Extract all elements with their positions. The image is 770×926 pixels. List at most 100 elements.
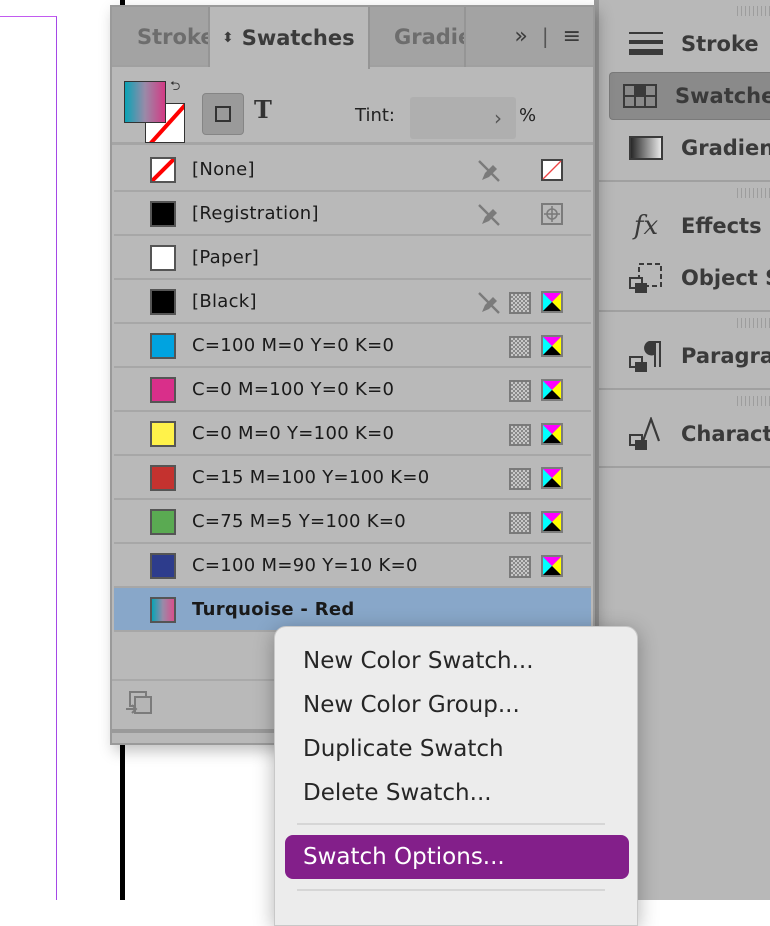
menu-item-label: New Color Group... — [303, 692, 520, 718]
dock-item-label: Effects — [681, 214, 762, 238]
swatch-row[interactable]: C=15 M=100 Y=100 K=0 — [114, 456, 591, 500]
tab-swatches[interactable]: ⬍ Swatches — [210, 7, 370, 69]
menu-item-swatch-options[interactable]: Swatch Options... — [285, 835, 629, 879]
menu-item-label: Duplicate Swatch — [303, 736, 504, 762]
grip-handle[interactable] — [737, 396, 770, 406]
swatch-row[interactable]: [Registration] — [114, 192, 591, 236]
menu-item-label: New Color Swatch... — [303, 648, 534, 674]
swatch-chip — [150, 157, 176, 183]
swatch-chip — [150, 245, 176, 271]
swatch-chip — [150, 597, 176, 623]
show-in-libraries-icon[interactable] — [126, 691, 154, 721]
swatch-name: Turquoise - Red — [192, 598, 355, 620]
swatch-name: C=15 M=100 Y=100 K=0 — [192, 466, 430, 488]
swatch-row[interactable]: C=0 M=100 Y=0 K=0 — [114, 368, 591, 412]
tab-stroke[interactable]: Stroke — [112, 7, 210, 67]
swatch-row[interactable]: [Paper] — [114, 236, 591, 280]
swatch-name: C=100 M=90 Y=10 K=0 — [192, 554, 418, 576]
paragraph-styles-icon — [629, 341, 663, 372]
dock-item-label: Gradient — [681, 136, 770, 160]
tab-tools: » | ≡ — [466, 7, 593, 65]
menu-item-label: Swatch Options... — [303, 844, 505, 870]
cmyk-mode-icon — [541, 291, 563, 313]
menu-item-delete-swatch[interactable]: Delete Swatch... — [285, 771, 629, 815]
object-styles-icon — [629, 263, 663, 293]
process-color-icon — [509, 468, 531, 490]
tab-gradient[interactable]: Gradie — [370, 7, 466, 67]
dock-item-character-styles[interactable]: Characte — [609, 410, 770, 458]
tint-label: Tint: — [355, 105, 395, 126]
swatch-chip — [150, 421, 176, 447]
menu-item-label: Delete Swatch... — [303, 780, 492, 806]
divider: | — [541, 24, 549, 48]
tint-input[interactable]: › — [410, 97, 516, 139]
formatting-affects-text-button[interactable]: T — [254, 95, 272, 124]
dock-item-object-styles[interactable]: Object St — [609, 254, 770, 302]
swatch-row[interactable]: C=75 M=5 Y=100 K=0 — [114, 500, 591, 544]
swatch-name: [Paper] — [192, 246, 260, 268]
formatting-affects-container-button[interactable] — [202, 93, 244, 135]
stroke-icon — [629, 30, 663, 58]
registration-mode-icon — [541, 203, 563, 225]
fx-icon: fx — [633, 211, 659, 241]
panel-tab-bar: Stroke ⬍ Swatches Gradie » | ≡ — [112, 7, 593, 69]
margin-guide — [0, 16, 57, 900]
tab-label: Swatches — [241, 26, 355, 50]
swatch-row[interactable]: [None] — [114, 148, 591, 192]
tab-label: Stroke — [137, 25, 210, 49]
none-mode-icon — [541, 159, 563, 181]
cmyk-mode-icon — [541, 555, 563, 577]
process-color-icon — [509, 556, 531, 578]
dock-item-effects[interactable]: fx Effects — [609, 202, 770, 250]
swatches-icon — [623, 82, 657, 110]
swatch-chip — [150, 377, 176, 403]
swatch-row[interactable]: C=0 M=0 Y=100 K=0 — [114, 412, 591, 456]
swatch-name: [None] — [192, 158, 255, 180]
swatch-chip — [150, 465, 176, 491]
dock-item-stroke[interactable]: Stroke — [609, 20, 770, 68]
dock-item-label: Object St — [681, 266, 770, 290]
grip-handle[interactable] — [737, 318, 770, 328]
container-icon — [215, 106, 231, 122]
non-editable-icon — [477, 203, 501, 227]
process-color-icon — [509, 336, 531, 358]
non-editable-icon — [477, 159, 501, 183]
swatch-name: C=0 M=0 Y=100 K=0 — [192, 422, 395, 444]
dock-item-swatches[interactable]: Swatches — [609, 72, 770, 120]
menu-item-new-color-swatch[interactable]: New Color Swatch... — [285, 639, 629, 683]
swatch-chip — [150, 333, 176, 359]
grip-handle[interactable] — [737, 6, 770, 16]
process-color-icon — [509, 424, 531, 446]
menu-separator — [297, 889, 605, 891]
process-color-icon — [509, 292, 531, 314]
collapse-chevron-icon[interactable]: ⬍ — [222, 30, 234, 46]
swatch-list: [None] [Registration] [Paper] [Black] C=100 … — [114, 148, 591, 632]
menu-item-duplicate-swatch[interactable]: Duplicate Swatch — [285, 727, 629, 771]
panel-menu-icon[interactable]: ≡ — [563, 24, 581, 49]
character-styles-icon — [629, 417, 663, 450]
swatch-row[interactable]: [Black] — [114, 280, 591, 324]
dock-item-gradient[interactable]: Gradient — [609, 124, 770, 172]
swatch-row[interactable]: C=100 M=90 Y=10 K=0 — [114, 544, 591, 588]
process-color-icon — [509, 380, 531, 402]
non-editable-icon — [477, 291, 501, 315]
grip-handle[interactable] — [737, 188, 770, 198]
chevron-right-icon[interactable]: › — [494, 106, 502, 130]
swatch-chip — [150, 553, 176, 579]
swatch-name: C=0 M=100 Y=0 K=0 — [192, 378, 395, 400]
overflow-tabs-icon[interactable]: » — [514, 24, 527, 49]
swatch-chip — [150, 289, 176, 315]
dock-group: Stroke Swatches Gradient — [599, 0, 770, 182]
cmyk-mode-icon — [541, 467, 563, 489]
tab-label: Gradie — [394, 25, 466, 49]
swatch-row[interactable]: C=100 M=0 Y=0 K=0 — [114, 324, 591, 368]
cmyk-mode-icon — [541, 335, 563, 357]
dock-item-paragraph-styles[interactable]: Paragrap — [609, 332, 770, 380]
menu-item-new-color-group[interactable]: New Color Group... — [285, 683, 629, 727]
swatch-chip — [150, 201, 176, 227]
fill-swatch[interactable] — [124, 81, 166, 123]
dock-item-label: Characte — [681, 422, 770, 446]
swap-fill-stroke-icon[interactable]: ⮌ — [170, 77, 180, 99]
dock-item-label: Swatches — [675, 84, 770, 108]
swatch-name: C=75 M=5 Y=100 K=0 — [192, 510, 406, 532]
